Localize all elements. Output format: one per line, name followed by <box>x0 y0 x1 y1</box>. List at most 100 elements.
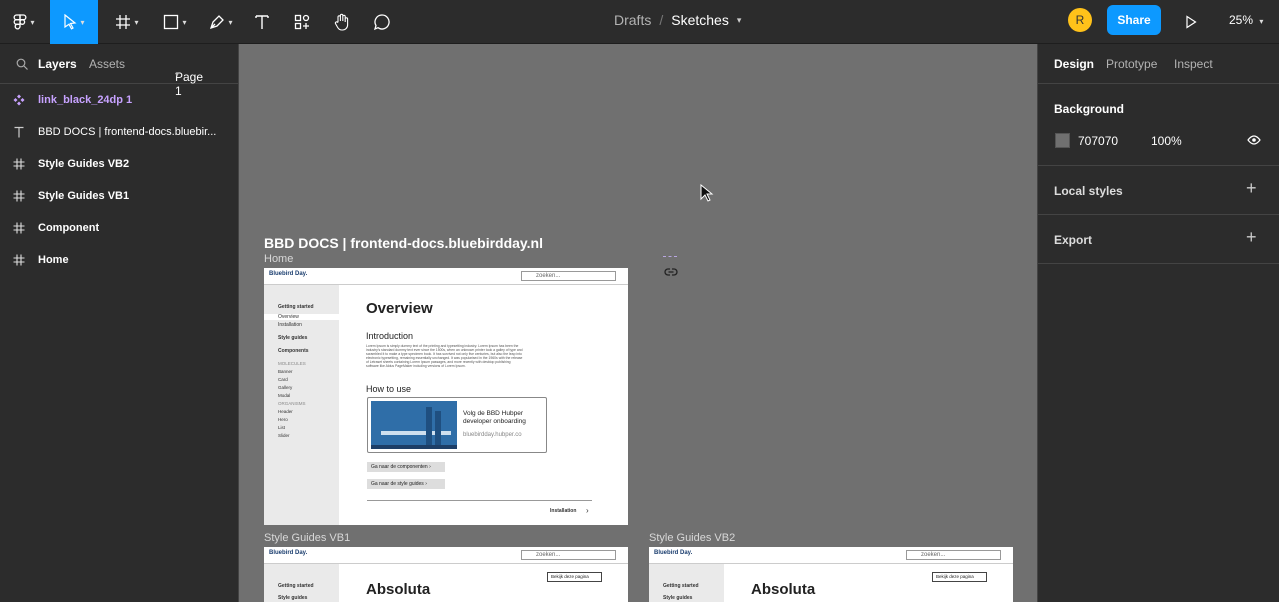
docs-header: Bluebird Day. zoeken... <box>649 547 1013 564</box>
text-tool-button[interactable] <box>248 0 276 44</box>
hand-icon <box>334 13 349 31</box>
export-title: Export <box>1054 233 1093 247</box>
text-icon <box>0 126 38 138</box>
layer-item[interactable]: Style Guides VB2 <box>0 148 238 180</box>
rectangle-icon <box>164 14 179 30</box>
frame-style-guides-vb1[interactable]: Bluebird Day. zoeken... Getting started … <box>264 547 628 602</box>
tab-assets[interactable]: Assets <box>89 57 125 71</box>
breadcrumb: Drafts / Sketches ▾ <box>614 12 741 28</box>
breadcrumb-team[interactable]: Drafts <box>614 12 651 28</box>
chevron-down-icon: ▾ <box>1259 17 1264 26</box>
tab-layers[interactable]: Layers <box>38 57 77 71</box>
shape-tool-button[interactable]: ▾ <box>156 0 194 44</box>
search-icon[interactable] <box>16 58 28 70</box>
docs-nav-group-item: Slider <box>278 433 290 438</box>
pen-tool-button[interactable]: ▾ <box>202 0 240 44</box>
tab-inspect[interactable]: Inspect <box>1174 57 1213 71</box>
docs-divider <box>367 500 592 501</box>
layer-item[interactable]: Home <box>0 244 238 276</box>
figma-logo-icon <box>14 14 27 30</box>
layer-item[interactable]: link_black_24dp 1 <box>0 84 238 116</box>
eye-icon[interactable] <box>1247 135 1261 145</box>
tab-design[interactable]: Design <box>1054 57 1094 71</box>
chevron-right-icon: › <box>429 464 431 470</box>
resources-icon <box>294 14 310 30</box>
present-button[interactable] <box>1178 0 1204 44</box>
plus-icon[interactable]: + <box>1246 227 1257 248</box>
docs-nav-getting-started: Getting started <box>663 583 699 589</box>
resources-tool-button[interactable] <box>288 0 316 44</box>
docs-nav-installation: Installation <box>278 322 302 328</box>
docs-logo: Bluebird Day. <box>654 550 693 556</box>
breadcrumb-file[interactable]: Sketches <box>671 12 729 28</box>
docs-view-page-button: Bekijk deze pagina <box>547 572 602 582</box>
background-opacity-input[interactable]: 100% <box>1151 134 1182 148</box>
docs-view-page-label: Bekijk deze pagina <box>551 574 589 579</box>
canvas-title-text[interactable]: BBD DOCS | frontend-docs.bluebirdday.nl <box>264 235 543 251</box>
docs-search-placeholder: zoeken... <box>921 552 946 558</box>
docs-nav-group-item: Card <box>278 377 288 382</box>
hand-tool-button[interactable] <box>328 0 356 44</box>
comment-tool-button[interactable] <box>368 0 396 44</box>
docs-nav-components: Components <box>278 348 309 354</box>
figma-menu-button[interactable]: ▾ <box>4 0 44 44</box>
breadcrumb-separator: / <box>659 12 664 28</box>
background-color-swatch[interactable] <box>1055 133 1070 148</box>
zoom-level: 25% <box>1229 13 1254 27</box>
docs-button-components: Ga naar de componenten › <box>367 462 445 472</box>
frame-icon <box>0 222 38 234</box>
frame-style-guides-vb2[interactable]: Bluebird Day. zoeken... Getting started … <box>649 547 1013 602</box>
frame-label-home[interactable]: Home <box>264 253 293 265</box>
docs-onboarding-card: Volg de BBD Hubper developer onboarding … <box>367 397 547 453</box>
docs-nav-getting-started: Getting started <box>278 583 314 589</box>
docs-nav-group-item: Hero <box>278 417 288 422</box>
layer-item[interactable]: Style Guides VB1 <box>0 180 238 212</box>
properties-tabs: Design Prototype Inspect <box>1038 44 1279 84</box>
docs-header: Bluebird Day. zoeken... <box>264 547 628 564</box>
docs-next-link: Installation <box>550 508 577 514</box>
frame-label-style-guides-vb2[interactable]: Style Guides VB2 <box>649 532 735 544</box>
tab-prototype[interactable]: Prototype <box>1106 57 1157 71</box>
avatar[interactable]: R <box>1068 8 1092 32</box>
docs-header: Bluebird Day. zoeken... <box>264 268 628 285</box>
layer-item-label: Style Guides VB1 <box>38 190 130 202</box>
docs-nav-style-guides: Style guides <box>278 335 308 341</box>
layer-item-label: Component <box>38 222 100 234</box>
docs-how-title: How to use <box>366 384 412 394</box>
frame-home[interactable]: Bluebird Day. zoeken... Getting started … <box>264 268 628 525</box>
move-tool-button[interactable]: ▾ <box>50 0 98 44</box>
chevron-down-icon[interactable]: ▾ <box>737 15 742 26</box>
cursor-icon <box>64 14 77 30</box>
docs-view-page-label: Bekijk deze pagina <box>936 574 974 579</box>
frame-icon <box>0 158 38 170</box>
layer-item[interactable]: BBD DOCS | frontend-docs.bluebir... <box>0 116 238 148</box>
link-icon[interactable] <box>664 268 678 276</box>
frame-tool-button[interactable]: ▾ <box>108 0 146 44</box>
layer-item-label: Style Guides VB2 <box>38 158 130 170</box>
layers-panel: Layers Assets Page 1 ▾ link_black_24dp 1… <box>0 44 239 602</box>
chevron-right-icon: › <box>425 481 427 487</box>
text-tool-icon <box>255 15 269 29</box>
docs-nav-getting-started: Getting started <box>278 304 314 310</box>
layer-item[interactable]: Component <box>0 212 238 244</box>
share-button[interactable]: Share <box>1107 5 1161 35</box>
docs-nav-group-item: Banner <box>278 369 293 374</box>
export-section: Export + <box>1038 215 1279 264</box>
plus-icon[interactable]: + <box>1246 178 1257 199</box>
docs-nav-style-guides: Style guides <box>663 595 693 601</box>
frame-icon <box>0 254 38 266</box>
frame-icon <box>116 15 131 29</box>
docs-search-input: zoeken... <box>521 550 616 560</box>
comment-icon <box>373 14 390 31</box>
background-hex-input[interactable]: 707070 <box>1078 134 1118 148</box>
canvas[interactable]: BBD DOCS | frontend-docs.bluebirdday.nl … <box>239 44 1037 602</box>
docs-heading: Absoluta <box>366 581 431 598</box>
docs-nav-group-item: ORGANISMS <box>278 401 306 406</box>
chevron-down-icon: ▾ <box>80 17 85 27</box>
frame-label-style-guides-vb1[interactable]: Style Guides VB1 <box>264 532 350 544</box>
top-toolbar: ▾ ▾ ▾ ▾ ▾ Drafts / Sketches ▾ R Share 25… <box>0 0 1279 44</box>
zoom-dropdown[interactable]: 25% ▾ <box>1229 13 1263 27</box>
chevron-down-icon: ▾ <box>30 17 35 27</box>
docs-search-input: zoeken... <box>521 271 616 281</box>
docs-heading: Absoluta <box>751 581 816 598</box>
